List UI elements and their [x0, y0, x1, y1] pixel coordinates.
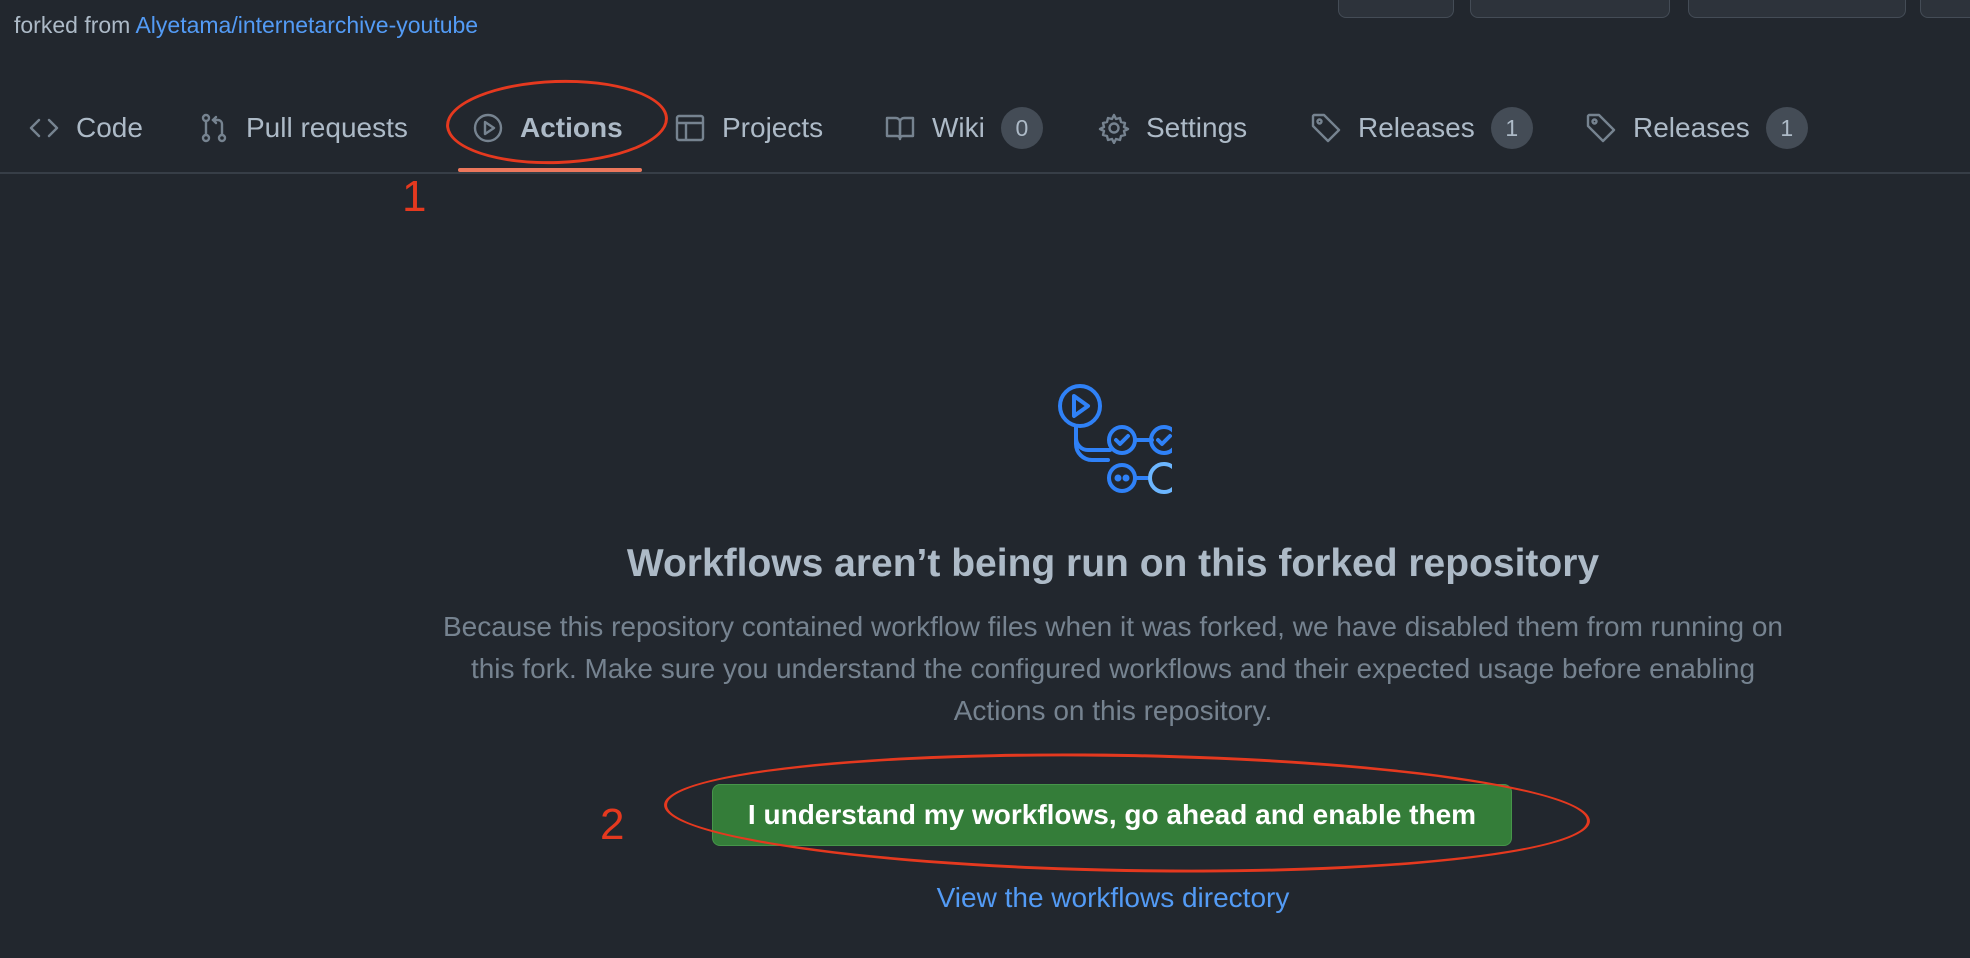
tab-releases-duplicate[interactable]: Releases 1 — [1585, 86, 1808, 170]
gear-icon — [1098, 113, 1130, 144]
forked-from-link[interactable]: Alyetama/internetarchive-youtube — [135, 12, 478, 38]
wiki-counter: 0 — [1000, 107, 1043, 149]
tab-projects[interactable]: Projects — [674, 86, 823, 170]
tab-label: Code — [76, 112, 143, 143]
tag-icon — [1586, 113, 1616, 143]
releases-counter: 1 — [1765, 107, 1808, 149]
repo-nav-tabs: Code Pull requests Actions Projects Wiki… — [0, 86, 1970, 174]
git-pull-request-icon — [201, 113, 227, 143]
tab-label: Projects — [722, 112, 824, 143]
tab-releases[interactable]: Releases 1 — [1310, 86, 1533, 170]
actions-page: forked from Alyetama/internetarchive-you… — [0, 0, 1970, 958]
tab-label: Pull requests — [246, 112, 408, 143]
view-workflows-directory-link[interactable]: View the workflows directory — [0, 882, 1970, 914]
tab-settings[interactable]: Settings — [1098, 86, 1247, 170]
annotation-step-1: 1 — [402, 172, 427, 221]
tab-code[interactable]: Code — [28, 86, 143, 170]
tab-pull-requests[interactable]: Pull requests — [198, 86, 408, 170]
releases-counter: 1 — [1490, 107, 1533, 149]
blankslate-heading: Workflows aren’t being run on this forke… — [626, 542, 1600, 585]
tab-wiki[interactable]: Wiki 0 — [884, 86, 1043, 170]
code-icon — [29, 118, 59, 138]
forked-from-line: forked from Alyetama/internetarchive-you… — [14, 12, 478, 39]
table-icon — [675, 114, 705, 142]
workflow-illustration-icon — [1058, 384, 1172, 494]
tab-label: Wiki — [932, 112, 985, 143]
tab-label: Settings — [1146, 112, 1248, 143]
active-tab-underline — [458, 168, 642, 172]
more-button[interactable] — [1920, 0, 1970, 18]
star-button[interactable] — [1338, 0, 1454, 18]
blankslate-description: Because this repository contained workfl… — [442, 611, 1784, 726]
watch-button[interactable] — [1470, 0, 1670, 18]
fork-button[interactable] — [1688, 0, 1906, 18]
book-icon — [885, 116, 915, 141]
annotation-ellipse-enable — [663, 745, 1591, 881]
annotation-step-2: 2 — [600, 800, 625, 849]
tab-label: Releases — [1358, 112, 1475, 143]
tag-icon — [1311, 113, 1341, 143]
forked-from-prefix: forked from — [14, 12, 131, 38]
tab-label: Releases — [1633, 112, 1750, 143]
